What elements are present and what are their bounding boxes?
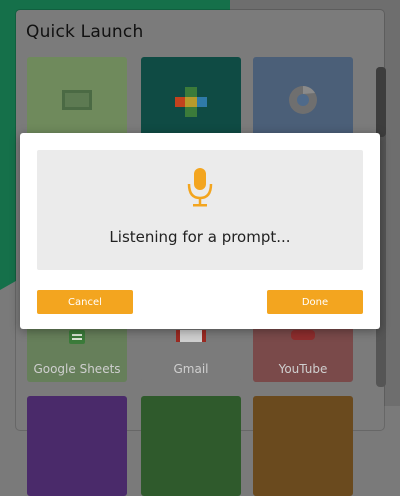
microphone-icon (187, 168, 213, 207)
cancel-button[interactable]: Cancel (37, 290, 133, 314)
tile-purple[interactable] (27, 396, 127, 496)
tile-dark-green[interactable] (141, 396, 241, 496)
tile-brown[interactable] (253, 396, 353, 496)
listening-message: Listening for a prompt... (109, 228, 291, 246)
done-button[interactable]: Done (267, 290, 363, 314)
listening-area: Listening for a prompt... (37, 150, 363, 270)
voice-prompt-dialog: Listening for a prompt... Cancel Done (20, 133, 380, 329)
